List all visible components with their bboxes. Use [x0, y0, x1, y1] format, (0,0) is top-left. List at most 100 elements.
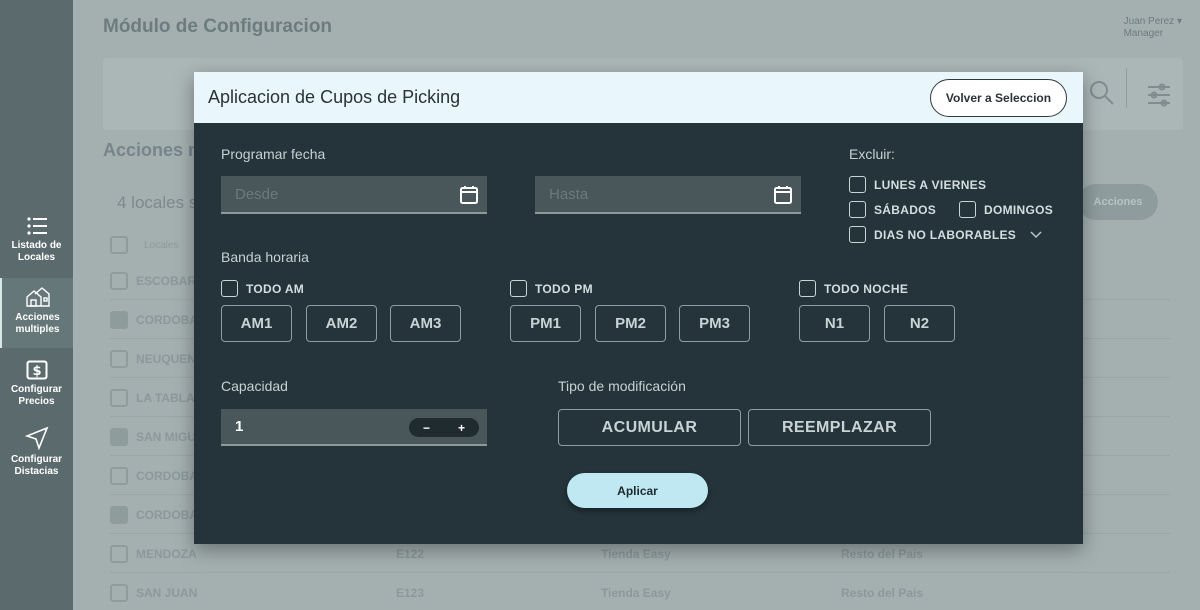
- calendar-icon[interactable]: [459, 185, 479, 205]
- date-to-placeholder: Hasta: [549, 186, 589, 203]
- column-header-locales: Locales: [144, 239, 179, 251]
- user-menu[interactable]: Juan Perez ▾ Manager: [1124, 16, 1182, 40]
- slot-am1-button[interactable]: AM1: [221, 305, 292, 342]
- modification-type-label: Tipo de modificación: [558, 378, 686, 394]
- time-band-label: Banda horaria: [221, 249, 309, 265]
- apply-button[interactable]: Aplicar: [567, 473, 708, 508]
- exclude-non-working-checkbox[interactable]: [849, 226, 866, 243]
- actions-button[interactable]: Acciones: [1078, 184, 1158, 220]
- exclude-saturdays-checkbox[interactable]: [849, 201, 866, 218]
- row-checkbox[interactable]: [110, 349, 128, 368]
- store-code: E122: [396, 546, 425, 561]
- all-am-option[interactable]: TODO AM: [221, 280, 304, 297]
- exclude-label: Excluir:: [849, 146, 895, 162]
- table-header: Locales: [110, 236, 178, 254]
- date-from-placeholder: Desde: [235, 186, 279, 203]
- capacity-label: Capacidad: [221, 378, 288, 394]
- section-title: Acciones m: [103, 140, 205, 160]
- sidebar-item-label: Acciones: [15, 312, 60, 323]
- back-to-selection-button[interactable]: Volver a Seleccion: [930, 79, 1067, 117]
- exclude-sundays-checkbox[interactable]: [959, 201, 976, 218]
- user-role: Manager: [1123, 28, 1164, 39]
- decrement-button[interactable]: −: [412, 421, 442, 435]
- sidebar-item-label: multiples: [15, 324, 60, 335]
- store-type: Tienda Easy: [601, 585, 671, 600]
- user-name: Juan Perez: [1123, 16, 1175, 27]
- all-am-label: TODO AM: [246, 281, 305, 296]
- increment-button[interactable]: +: [447, 421, 477, 435]
- sidebar-item-configurar-distancias[interactable]: Configurar Distacias: [0, 426, 73, 478]
- sidebar-item-acciones-multiples[interactable]: Acciones multiples: [0, 278, 73, 348]
- svg-text:$: $: [32, 364, 41, 379]
- store-region: Resto del Pais: [841, 585, 924, 600]
- sidebar-item-label: Locales: [17, 252, 56, 263]
- row-checkbox[interactable]: [110, 544, 128, 563]
- date-to-field[interactable]: Hasta: [535, 176, 801, 214]
- buildings-icon: [25, 287, 50, 307]
- sidebar-item-label: Configurar: [10, 384, 63, 395]
- slot-pm3-button[interactable]: PM3: [679, 305, 750, 342]
- capacity-value: 1: [235, 418, 244, 435]
- all-pm-option[interactable]: TODO PM: [510, 280, 593, 297]
- sidebar-item-configurar-precios[interactable]: $ Configurar Precios: [0, 360, 73, 408]
- row-checkbox[interactable]: [110, 427, 128, 446]
- filter-settings-icon[interactable]: [1146, 82, 1172, 108]
- exclude-sundays-label: DOMINGOS: [984, 202, 1054, 217]
- slot-am3-button[interactable]: AM3: [390, 305, 461, 342]
- row-checkbox[interactable]: [110, 310, 128, 329]
- date-from-field[interactable]: Desde: [221, 176, 487, 214]
- sidebar-item-label: Listado de: [11, 240, 62, 251]
- store-type: Tienda Easy: [601, 546, 671, 561]
- exclude-saturdays-label: SÁBADOS: [874, 202, 937, 217]
- all-night-label: TODO NOCHE: [824, 281, 909, 296]
- navigation-arrow-icon: [24, 426, 48, 450]
- sidebar-item-listado-locales[interactable]: Listado de Locales: [0, 216, 73, 264]
- sidebar-item-label: Precios: [18, 396, 55, 407]
- store-region: Resto del Pais: [841, 546, 924, 561]
- slot-am2-button[interactable]: AM2: [306, 305, 377, 342]
- sidebar-item-label: Distacias: [14, 466, 59, 477]
- table-row[interactable]: SAN JUAN E123 Tienda Easy Resto del Pais: [110, 574, 1170, 610]
- accumulate-button[interactable]: ACUMULAR: [558, 409, 741, 446]
- capacity-field[interactable]: 1 − +: [221, 409, 487, 446]
- row-checkbox[interactable]: [110, 271, 128, 290]
- exclude-sundays-option[interactable]: DOMINGOS: [959, 201, 1053, 218]
- exclude-non-working-option[interactable]: DIAS NO LABORABLES: [849, 226, 1042, 243]
- picking-quota-modal: Aplicacion de Cupos de Picking Volver a …: [194, 72, 1083, 544]
- all-am-checkbox[interactable]: [221, 280, 238, 297]
- exclude-non-working-label: DIAS NO LABORABLES: [874, 227, 1017, 242]
- divider: [1126, 68, 1127, 108]
- select-all-checkbox[interactable]: [110, 236, 128, 254]
- page-title: Módulo de Configuracion: [103, 16, 333, 37]
- row-checkbox[interactable]: [110, 388, 128, 407]
- store-name: MENDOZA: [136, 546, 197, 561]
- search-icon[interactable]: [1089, 80, 1115, 106]
- row-checkbox[interactable]: [110, 505, 128, 524]
- slot-n1-button[interactable]: N1: [799, 305, 870, 342]
- slot-pm1-button[interactable]: PM1: [510, 305, 581, 342]
- replace-button[interactable]: REEMPLAZAR: [748, 409, 931, 446]
- calendar-icon[interactable]: [773, 185, 793, 205]
- all-night-option[interactable]: TODO NOCHE: [799, 280, 908, 297]
- exclude-weekdays-label: LUNES A VIERNES: [874, 177, 987, 192]
- modal-title: Aplicacion de Cupos de Picking: [208, 87, 461, 107]
- selection-count: 4 locales s: [117, 193, 198, 212]
- exclude-saturdays-option[interactable]: SÁBADOS: [849, 201, 936, 218]
- exclude-weekdays-option[interactable]: LUNES A VIERNES: [849, 176, 986, 193]
- store-name: SAN JUAN: [136, 585, 198, 600]
- slot-pm2-button[interactable]: PM2: [595, 305, 666, 342]
- modal-header: Aplicacion de Cupos de Picking Volver a …: [194, 72, 1083, 123]
- row-checkbox[interactable]: [110, 466, 128, 485]
- all-pm-label: TODO PM: [535, 281, 593, 296]
- store-code: E123: [396, 585, 425, 600]
- all-night-checkbox[interactable]: [799, 280, 816, 297]
- dollar-icon: $: [26, 360, 47, 380]
- slot-n2-button[interactable]: N2: [884, 305, 955, 342]
- exclude-weekdays-checkbox[interactable]: [849, 176, 866, 193]
- chevron-down-icon[interactable]: [1030, 230, 1042, 239]
- schedule-date-label: Programar fecha: [221, 146, 326, 162]
- left-sidebar: Listado de Locales Acciones multiples $ …: [0, 0, 73, 610]
- row-checkbox[interactable]: [110, 583, 128, 602]
- all-pm-checkbox[interactable]: [510, 280, 527, 297]
- list-icon: [26, 217, 47, 235]
